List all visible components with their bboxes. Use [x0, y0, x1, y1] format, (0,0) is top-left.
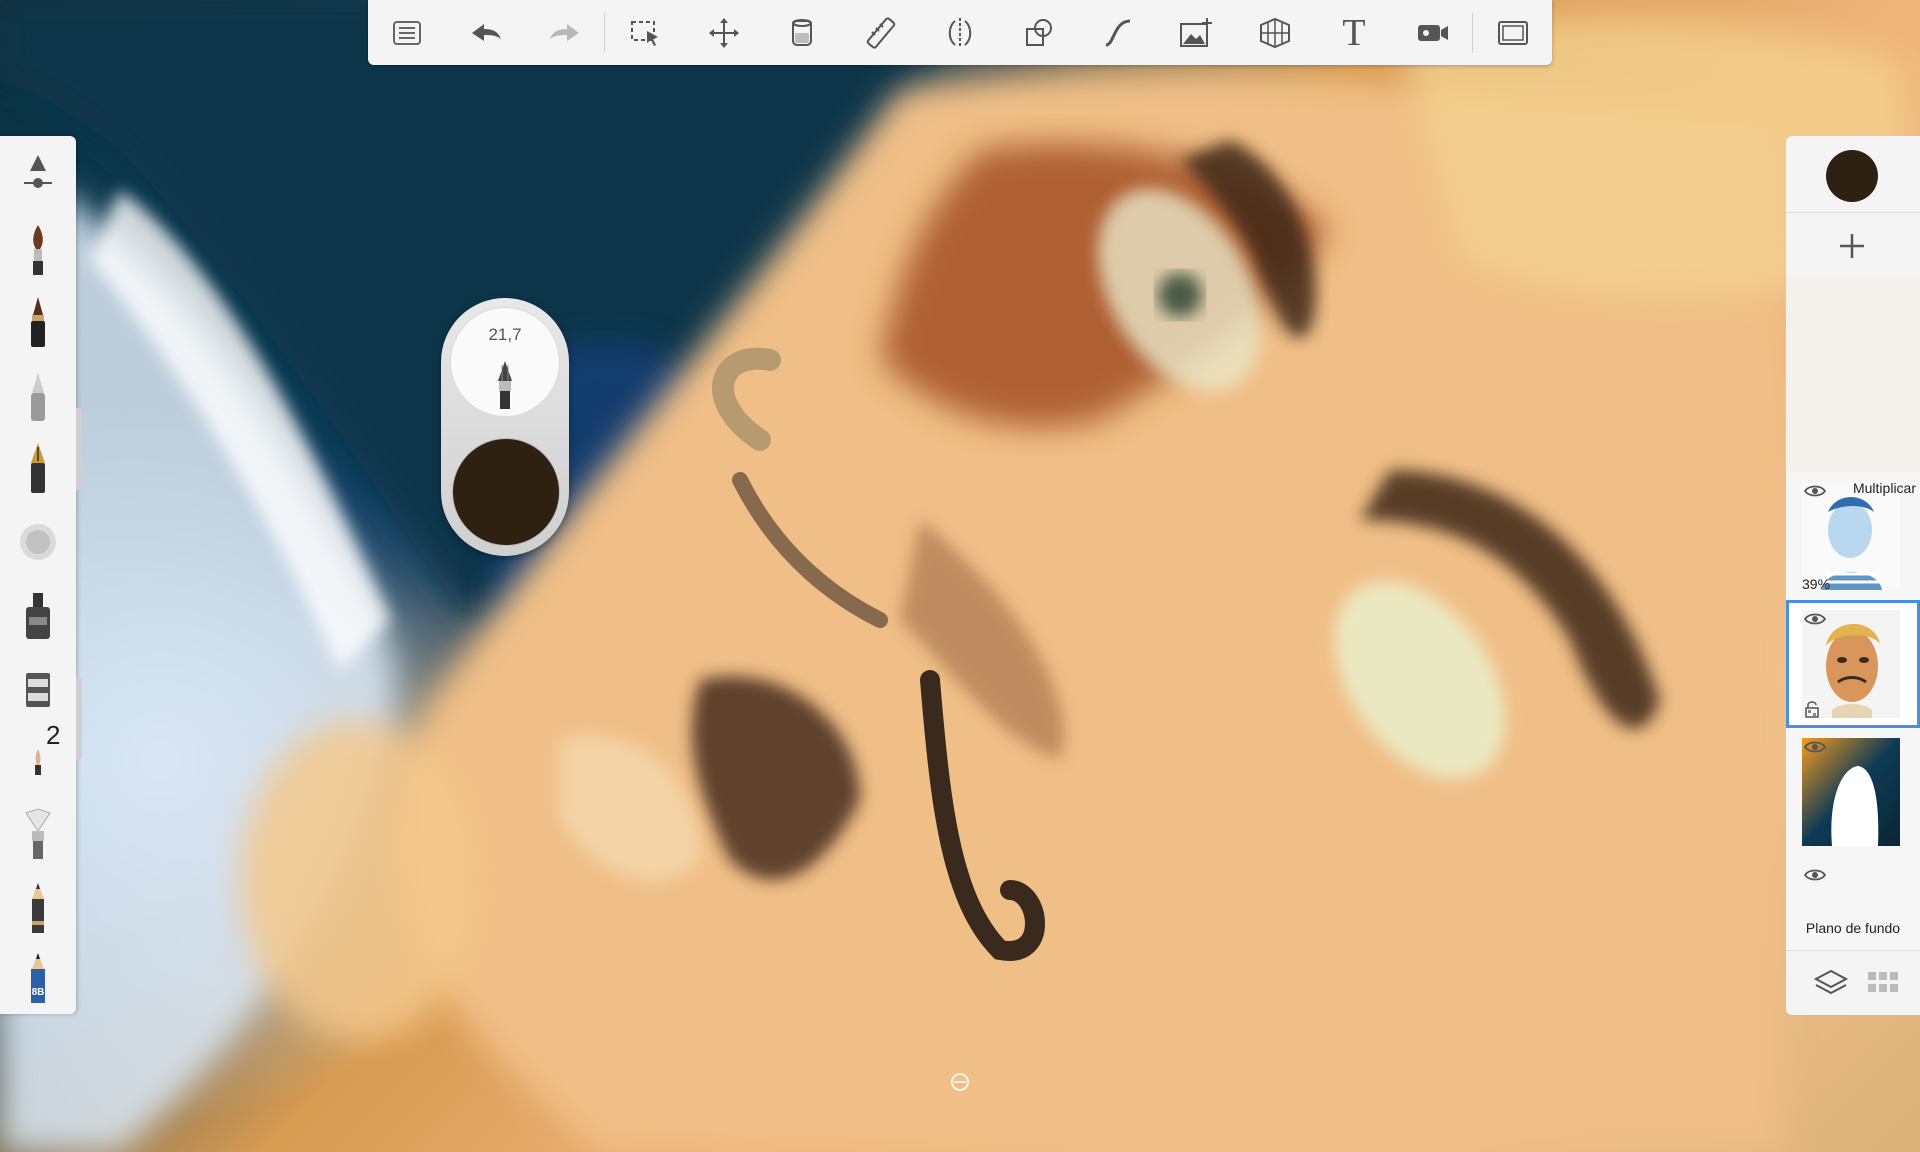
fullscreen-button[interactable] — [1473, 0, 1552, 65]
brush-rail-handle[interactable] — [76, 408, 82, 490]
brush-paint[interactable] — [14, 222, 62, 278]
visibility-icon[interactable] — [1804, 612, 1826, 626]
perspective-icon — [1260, 17, 1291, 48]
brush-settings-button[interactable] — [14, 146, 62, 202]
ruler-icon — [866, 16, 896, 49]
plus-icon — [1840, 234, 1864, 258]
painting — [0, 0, 1920, 1152]
record-button[interactable] — [1393, 0, 1472, 65]
brush-ink-pen[interactable] — [14, 440, 62, 496]
undo-button[interactable] — [447, 0, 526, 65]
shapes-button[interactable] — [999, 0, 1078, 65]
symmetry-icon — [948, 17, 972, 48]
transform-button[interactable] — [684, 0, 763, 65]
layer-opacity: 39% — [1802, 576, 1831, 592]
layer-panel-footer — [1786, 950, 1920, 1015]
visibility-icon[interactable] — [1804, 484, 1826, 498]
current-color-swatch[interactable] — [1826, 150, 1878, 202]
eraser-block-icon — [26, 673, 50, 707]
layer-blend-mode: Multiplicar — [1852, 480, 1916, 496]
layer-thumbnail — [1802, 738, 1900, 846]
redo-icon — [549, 23, 579, 41]
layer-panel: Multiplicar 39% Plano de fundo — [1786, 136, 1920, 1015]
fill-button[interactable] — [763, 0, 842, 65]
text-icon: T — [1342, 11, 1366, 54]
pencil-icon — [32, 883, 44, 933]
undo-icon — [472, 23, 502, 41]
list-button[interactable] — [368, 0, 447, 65]
paint-brush-icon — [33, 225, 43, 275]
brush-pencil-8b[interactable]: 8B — [14, 950, 62, 1006]
brush-size-control[interactable]: 21,7 — [450, 307, 560, 417]
layer-background[interactable]: Plano de fundo — [1786, 856, 1920, 951]
add-image-button[interactable] — [1157, 0, 1236, 65]
selection-icon — [630, 20, 658, 46]
background-layer-label: Plano de fundo — [1805, 920, 1901, 936]
list-icon — [393, 20, 422, 45]
visibility-icon[interactable] — [1804, 868, 1826, 882]
grid-icon[interactable] — [1866, 969, 1900, 997]
panel-divider — [1786, 212, 1920, 213]
transparency-lock-icon[interactable] — [1804, 700, 1820, 718]
layer-background-paint[interactable] — [1786, 728, 1920, 857]
brush-puck[interactable]: 21,7 — [441, 298, 569, 556]
brush-palette: 8B 2 — [0, 136, 76, 1014]
top-toolbar: T — [368, 0, 1552, 65]
layer-portrait[interactable] — [1786, 600, 1920, 729]
fullscreen-icon — [1497, 20, 1528, 45]
marker-icon — [31, 297, 45, 347]
brush-eraser-block[interactable] — [14, 662, 62, 718]
transform-icon — [708, 17, 739, 48]
layer-sketch[interactable]: Multiplicar 39% — [1786, 472, 1920, 601]
brush-size-value: 21,7 — [488, 325, 522, 344]
brush-settings-icon — [24, 155, 52, 188]
brush-marker[interactable] — [14, 294, 62, 350]
curve-icon — [1105, 19, 1130, 46]
brush-airbrush[interactable] — [14, 368, 62, 424]
selection-button[interactable] — [605, 0, 684, 65]
visibility-icon[interactable] — [1804, 740, 1826, 754]
symmetry-button[interactable] — [921, 0, 1000, 65]
ink-bottle-icon — [26, 593, 50, 639]
brush-color-control[interactable] — [452, 438, 560, 546]
ruler-button[interactable] — [842, 0, 921, 65]
fill-icon — [792, 18, 813, 46]
redo-button[interactable] — [526, 0, 605, 65]
add-layer-button[interactable] — [1826, 224, 1878, 268]
brush-fan[interactable] — [14, 806, 62, 862]
pencil-grade-label: 8B — [32, 987, 45, 998]
brush-ink-bottle[interactable] — [14, 588, 62, 644]
spray-icon — [20, 524, 56, 560]
current-brush-icon — [498, 361, 512, 409]
layer-panel-header — [1786, 136, 1920, 278]
canvas-rotate-handle-icon[interactable] — [950, 1072, 970, 1092]
brush-spray[interactable] — [14, 514, 62, 570]
layers-icon[interactable] — [1814, 967, 1848, 999]
fan-brush-icon — [25, 808, 51, 859]
brush-pencil[interactable] — [14, 880, 62, 936]
text-button[interactable]: T — [1315, 0, 1394, 65]
pencil-8b-icon: 8B — [31, 953, 45, 1003]
drawing-canvas[interactable] — [0, 0, 1920, 1152]
airbrush-icon — [31, 373, 45, 421]
brush-slot-badge: 2 — [46, 720, 61, 750]
brush-rail-handle[interactable] — [76, 678, 82, 760]
curve-button[interactable] — [1078, 0, 1157, 65]
shapes-icon — [1025, 18, 1052, 46]
layer-thumbnail — [1802, 482, 1900, 590]
perspective-button[interactable] — [1236, 0, 1315, 65]
add-image-icon — [1180, 17, 1213, 47]
ink-pen-icon — [31, 443, 45, 493]
record-icon — [1417, 24, 1448, 41]
